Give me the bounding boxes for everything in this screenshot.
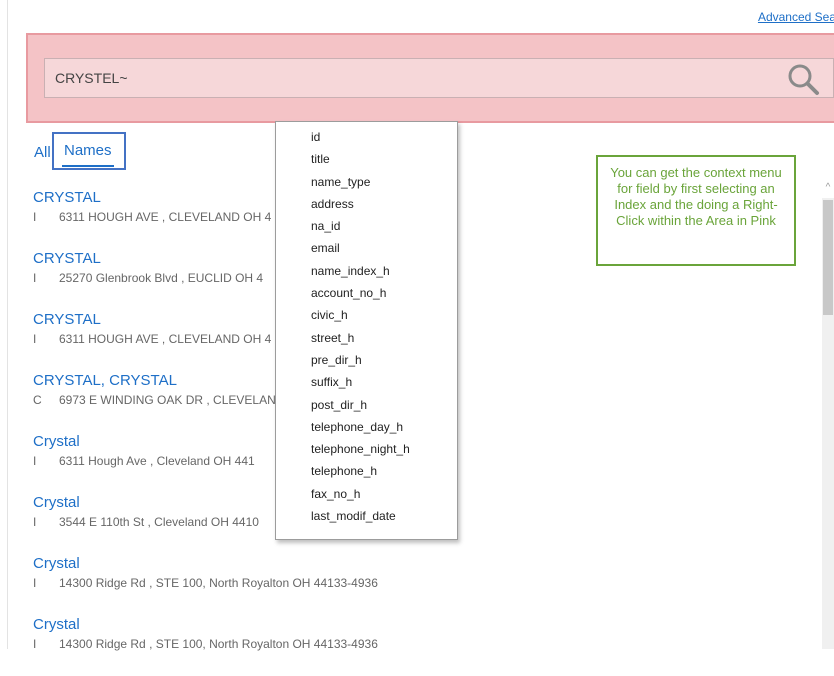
menu-item-id[interactable]: id	[276, 126, 457, 148]
result-type: I	[33, 271, 37, 285]
tab-active-underline	[62, 165, 114, 167]
result-name[interactable]: Crystal	[33, 554, 733, 574]
menu-item-address[interactable]: address	[276, 193, 457, 215]
menu-item-telephone-h[interactable]: telephone_h	[276, 460, 457, 482]
search-icon[interactable]	[786, 62, 820, 96]
menu-item-last-modif-date[interactable]: last_modif_date	[276, 505, 457, 527]
result-type: I	[33, 454, 37, 468]
result-type: C	[33, 393, 42, 407]
menu-item-account-no-h[interactable]: account_no_h	[276, 282, 457, 304]
menu-item-street-h[interactable]: street_h	[276, 327, 457, 349]
result-address: 3544 E 110th St , Cleveland OH 4410	[59, 515, 259, 529]
tab-names[interactable]: Names	[52, 132, 126, 170]
result-name[interactable]: Crystal	[33, 615, 733, 635]
menu-item-fax-no-h[interactable]: fax_no_h	[276, 483, 457, 505]
tab-names-label: Names	[64, 142, 112, 159]
field-context-menu: id title name_type address na_id email n…	[275, 121, 458, 540]
search-input[interactable]	[55, 68, 655, 88]
menu-item-name-type[interactable]: name_type	[276, 171, 457, 193]
result-address: 25270 Glenbrook Blvd , EUCLID OH 4	[59, 271, 264, 285]
list-item[interactable]: Crystal I 14300 Ridge Rd , STE 100, North…	[33, 615, 733, 676]
menu-item-post-dir-h[interactable]: post_dir_h	[276, 394, 457, 416]
menu-item-telephone-night-h[interactable]: telephone_night_h	[276, 438, 457, 460]
chevron-up-icon[interactable]: ^	[822, 180, 834, 196]
menu-item-suffix-h[interactable]: suffix_h	[276, 371, 457, 393]
menu-item-na-id[interactable]: na_id	[276, 215, 457, 237]
left-divider	[7, 0, 8, 649]
result-type: I	[33, 576, 37, 590]
result-type: I	[33, 515, 37, 529]
result-address: 14300 Ridge Rd , STE 100, North Royalton…	[59, 576, 378, 590]
result-detail: I 14300 Ridge Rd , STE 100, North Royalto…	[33, 576, 733, 590]
tab-all[interactable]: All	[34, 144, 51, 161]
result-type: I	[33, 332, 37, 346]
result-address: 6311 HOUGH AVE , CLEVELAND OH 4	[59, 210, 272, 224]
menu-item-name-index-h[interactable]: name_index_h	[276, 260, 457, 282]
result-type: I	[33, 210, 37, 224]
menu-item-telephone-day-h[interactable]: telephone_day_h	[276, 416, 457, 438]
result-address: 6311 Hough Ave , Cleveland OH 441	[59, 454, 255, 468]
list-item[interactable]: Crystal I 14300 Ridge Rd , STE 100, North…	[33, 554, 733, 615]
result-address: 6973 E WINDING OAK DR , CLEVELAN	[59, 393, 276, 407]
advanced-search-link[interactable]: Advanced Searc	[758, 10, 834, 24]
menu-item-title[interactable]: title	[276, 148, 457, 170]
scrollbar-thumb[interactable]	[823, 200, 833, 315]
result-address: 6311 HOUGH AVE , CLEVELAND OH 4	[59, 332, 272, 346]
instruction-callout: You can get the context menu for field b…	[596, 155, 796, 266]
menu-item-civic-h[interactable]: civic_h	[276, 304, 457, 326]
menu-item-pre-dir-h[interactable]: pre_dir_h	[276, 349, 457, 371]
menu-item-email[interactable]: email	[276, 237, 457, 259]
search-box[interactable]	[44, 58, 834, 98]
